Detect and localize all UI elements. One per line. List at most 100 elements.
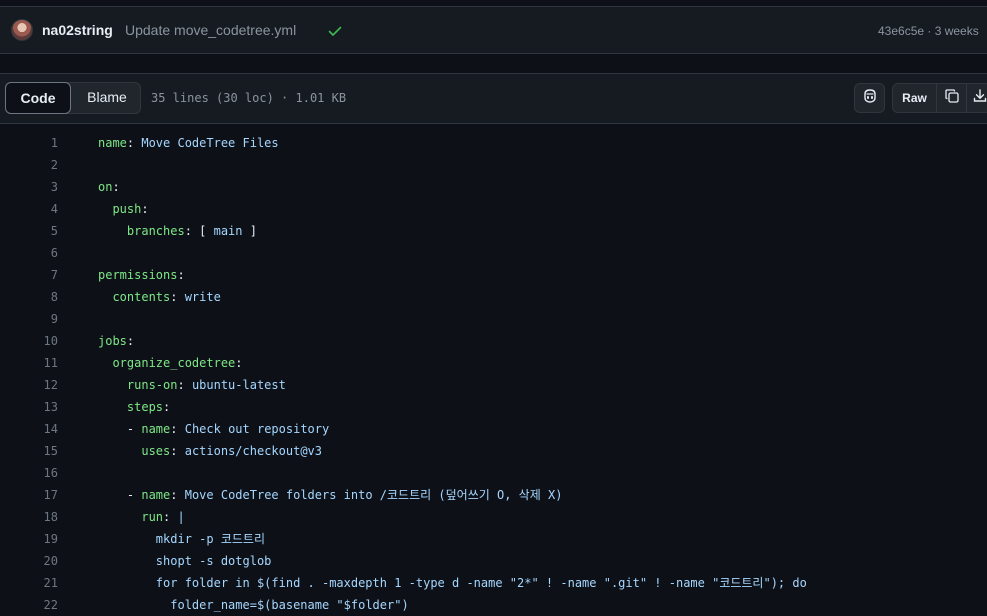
- code-line: 21 for folder in $(find . -maxdepth 1 -t…: [0, 572, 987, 594]
- yaml-value: for folder in $(find . -maxdepth 1 -type…: [155, 576, 807, 590]
- line-number[interactable]: 10: [0, 330, 58, 352]
- code-text: uses: actions/checkout@v3: [141, 444, 322, 458]
- line-number[interactable]: 2: [0, 154, 58, 176]
- code-text: steps:: [126, 400, 171, 414]
- code-line: 7 permissions:: [0, 264, 987, 286]
- code-text: mkdir -p 코드트리: [98, 528, 265, 550]
- code-line: 13 steps:: [0, 396, 987, 418]
- code-line: 6: [0, 242, 987, 264]
- yaml-value: Check out repository: [184, 422, 330, 436]
- line-number[interactable]: 18: [0, 506, 58, 528]
- code-line: 4 push:: [0, 198, 987, 220]
- file-actions: Raw: [892, 83, 987, 113]
- line-number[interactable]: 9: [0, 308, 58, 330]
- code-line: 3 on:: [0, 176, 987, 198]
- code-text: permissions:: [98, 268, 185, 282]
- code-line: 2: [0, 154, 987, 176]
- yaml-key: organize_codetree: [112, 356, 236, 370]
- line-number[interactable]: 8: [0, 286, 58, 308]
- line-number[interactable]: 13: [0, 396, 58, 418]
- yaml-key: permissions: [98, 268, 178, 282]
- yaml-key: name: [141, 488, 171, 502]
- copy-icon: [944, 88, 960, 109]
- download-button[interactable]: [967, 84, 987, 112]
- code-text: - name: Check out repository: [98, 422, 330, 436]
- blame-tab[interactable]: Blame: [72, 82, 142, 114]
- yaml-value: shopt -s dotglob: [155, 554, 272, 568]
- line-number[interactable]: 4: [0, 198, 58, 220]
- author-avatar[interactable]: [11, 19, 33, 41]
- yaml-value: actions/checkout@v3: [184, 444, 322, 458]
- code-text: organize_codetree:: [112, 356, 243, 370]
- line-number[interactable]: 21: [0, 572, 58, 594]
- code-line: 9: [0, 308, 987, 330]
- line-number[interactable]: 14: [0, 418, 58, 440]
- yaml-key: steps: [126, 400, 164, 414]
- file-toolbar: Code Blame 35 lines (30 loc) · 1.01 KB R…: [0, 73, 987, 124]
- line-number[interactable]: 5: [0, 220, 58, 242]
- line-number[interactable]: 1: [0, 132, 58, 154]
- latest-commit-bar: na02string Update move_codetree.yml 43e6…: [0, 6, 987, 54]
- yaml-value: mkdir -p 코드트리: [155, 532, 265, 546]
- code-line: 10 jobs:: [0, 330, 987, 352]
- code-text: for folder in $(find . -maxdepth 1 -type…: [98, 572, 807, 594]
- yaml-value: ubuntu-latest: [191, 378, 286, 392]
- code-text: push:: [112, 202, 149, 216]
- commit-sha-time[interactable]: 43e6c5e · 3 weeks: [878, 24, 979, 38]
- line-number[interactable]: 16: [0, 462, 58, 484]
- line-number[interactable]: 22: [0, 594, 58, 616]
- commit-message[interactable]: Update move_codetree.yml: [125, 22, 296, 38]
- line-number[interactable]: 11: [0, 352, 58, 374]
- code-text: jobs:: [98, 334, 135, 348]
- yaml-value: Move CodeTree folders into /코드트리 (덮어쓰기 O…: [184, 488, 563, 502]
- copilot-icon: [862, 88, 878, 109]
- code-text: run: |: [141, 510, 185, 524]
- code-line: 1 name: Move CodeTree Files: [0, 132, 987, 154]
- yaml-key: contents: [112, 290, 171, 304]
- code-text: name: Move CodeTree Files: [98, 136, 279, 150]
- code-line: 12 runs-on: ubuntu-latest: [0, 374, 987, 396]
- line-number[interactable]: 7: [0, 264, 58, 286]
- yaml-key: uses: [141, 444, 171, 458]
- code-view[interactable]: 1 name: Move CodeTree Files 2 3 on: 4 push: 5 …: [0, 132, 987, 616]
- line-number[interactable]: 20: [0, 550, 58, 572]
- yaml-key: name: [98, 136, 127, 150]
- yaml-key: run: [141, 510, 164, 524]
- code-line: 18 run: |: [0, 506, 987, 528]
- yaml-value: Move CodeTree Files: [141, 136, 279, 150]
- code-line: 19 mkdir -p 코드트리: [0, 528, 987, 550]
- raw-button[interactable]: Raw: [893, 84, 937, 112]
- copy-button[interactable]: [937, 84, 967, 112]
- view-toggle: Code Blame: [5, 82, 141, 114]
- line-number[interactable]: 19: [0, 528, 58, 550]
- code-text: folder_name=$(basename "$folder"): [98, 594, 408, 616]
- code-line: 15 uses: actions/checkout@v3: [0, 440, 987, 462]
- line-number[interactable]: 15: [0, 440, 58, 462]
- copilot-button[interactable]: [854, 83, 885, 113]
- check-icon[interactable]: [327, 23, 343, 44]
- code-line: 22 folder_name=$(basename "$folder"): [0, 594, 987, 616]
- yaml-key: on: [98, 180, 113, 194]
- code-text: shopt -s dotglob: [98, 550, 272, 572]
- code-line: 20 shopt -s dotglob: [0, 550, 987, 572]
- download-icon: [972, 88, 987, 109]
- line-number[interactable]: 6: [0, 242, 58, 264]
- yaml-key: jobs: [98, 334, 127, 348]
- code-tab[interactable]: Code: [5, 82, 71, 114]
- yaml-key: push: [112, 202, 142, 216]
- code-line: 5 branches: [ main ]: [0, 220, 987, 242]
- line-number[interactable]: 12: [0, 374, 58, 396]
- file-info: 35 lines (30 loc) · 1.01 KB: [151, 91, 347, 105]
- code-line: 11 organize_codetree:: [0, 352, 987, 374]
- code-line: 8 contents: write: [0, 286, 987, 308]
- yaml-value: write: [184, 290, 221, 304]
- yaml-key: runs-on: [126, 378, 178, 392]
- commit-author[interactable]: na02string: [42, 22, 113, 38]
- code-line: 14 - name: Check out repository: [0, 418, 987, 440]
- yaml-key: name: [141, 422, 171, 436]
- line-number[interactable]: 17: [0, 484, 58, 506]
- yaml-key: branches: [126, 224, 185, 238]
- yaml-value: main: [213, 224, 243, 238]
- code-text: - name: Move CodeTree folders into /코드트리…: [98, 488, 563, 502]
- line-number[interactable]: 3: [0, 176, 58, 198]
